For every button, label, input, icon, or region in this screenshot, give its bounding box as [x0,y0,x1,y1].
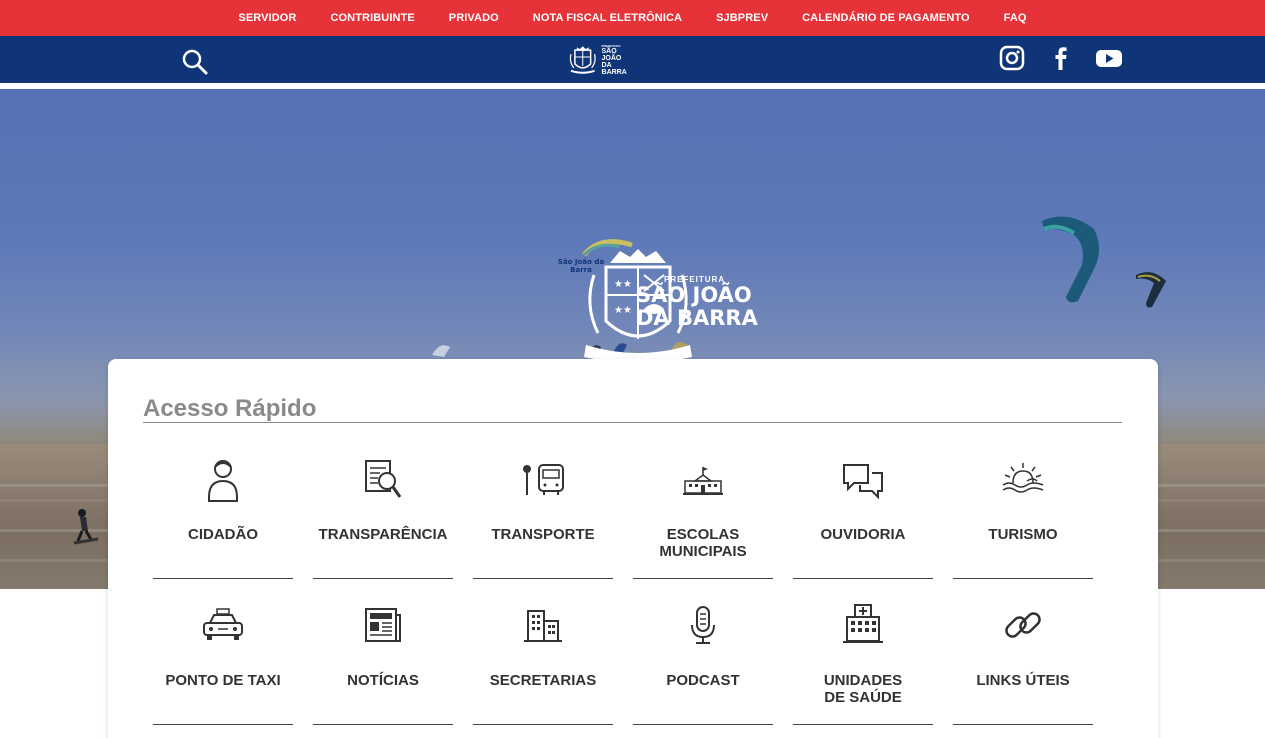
quick-item-ouvidoria[interactable]: OUVIDORIA [793,457,933,579]
school-icon [683,467,723,495]
quick-item-label: TURISMO [988,526,1058,543]
hero-logo-line2: DA BARRA [636,306,758,330]
top-menu: SERVIDOR CONTRIBUINTE PRIVADO NOTA FISCA… [0,0,1265,36]
menu-servidor[interactable]: SERVIDOR [221,12,313,24]
svg-text:★★: ★★ [614,305,632,316]
quick-item-escolas[interactable]: ESCOLAS MUNICIPAIS [633,457,773,579]
quick-item-label: TRANSPARÊNCIA [318,526,448,543]
sun-waves-icon [1002,463,1044,493]
quick-item-unidades-saude[interactable]: UNIDADES DE SAÚDE [793,603,933,725]
quick-item-links-uteis[interactable]: LINKS ÚTEIS [953,603,1093,725]
taxi-icon [203,608,243,640]
bus-stop-icon [523,464,564,495]
coat-of-arms-icon [569,46,596,74]
quick-item-label: NOTÍCIAS [347,672,419,689]
main-navbar: PREFEITURA SÃO JOÃO DA BARRA [0,36,1265,86]
link-icon [1005,612,1041,638]
citizen-icon [208,460,238,502]
newspaper-icon [365,608,401,642]
quick-item-podcast[interactable]: PODCAST [633,603,773,725]
quick-item-cidadao[interactable]: CIDADÃO [153,457,293,579]
kite-icon [432,345,450,357]
quick-item-label: UNIDADES DE SAÚDE [823,672,903,706]
quick-item-label: PODCAST [666,672,740,689]
menu-sjbprev[interactable]: SJBPREV [699,12,785,24]
microphone-icon [691,606,715,644]
quick-item-label: TRANSPORTE [491,526,595,543]
quick-item-label: ESCOLAS MUNICIPAIS [659,526,747,560]
quick-item-ponto-taxi[interactable]: PONTO DE TAXI [153,603,293,725]
divider [143,422,1122,423]
quick-item-label: OUVIDORIA [820,526,906,543]
menu-nota-fiscal[interactable]: NOTA FISCAL ELETRÔNICA [516,12,699,24]
quick-item-secretarias[interactable]: SECRETARIAS [473,603,613,725]
logo-line1: SÃO JOÃO [601,48,622,62]
hero-ribbon-text: São João da Barra [557,258,605,274]
instagram-icon[interactable] [999,45,1025,71]
site-logo[interactable]: PREFEITURA SÃO JOÃO DA BARRA [568,44,638,76]
logo-line2: DA BARRA [601,62,627,76]
kite-icon [1042,216,1099,303]
hospital-icon [843,604,883,643]
quick-item-label: PONTO DE TAXI [165,672,281,689]
youtube-icon[interactable] [1095,45,1122,71]
kite-icon [1136,272,1166,308]
document-search-icon [365,460,402,498]
quick-item-label: SECRETARIAS [489,672,597,689]
quick-item-label: LINKS ÚTEIS [976,672,1070,689]
hero-logo-text: PREFEITURA SÃO JOÃO DA BARRA [636,275,758,330]
svg-text:★★: ★★ [614,279,632,290]
hero-logo-line1: SÃO JOÃO [636,283,752,307]
menu-privado[interactable]: PRIVADO [432,12,516,24]
quick-item-transparencia[interactable]: TRANSPARÊNCIA [313,457,453,579]
menu-faq[interactable]: FAQ [987,12,1044,24]
search-icon[interactable] [181,48,209,76]
quick-item-noticias[interactable]: NOTÍCIAS [313,603,453,725]
kitesurfer-icon [73,509,99,545]
chat-bubbles-icon [843,464,883,500]
quick-access-card: Acesso Rápido CIDADÃO TRANSPARÊNCIA TRAN… [108,359,1158,738]
quick-item-turismo[interactable]: TURISMO [953,457,1093,579]
menu-contribuinte[interactable]: CONTRIBUINTE [313,12,431,24]
facebook-icon[interactable] [1048,45,1074,71]
quick-item-label: CIDADÃO [188,526,258,543]
quick-access-title: Acesso Rápido [143,395,317,422]
buildings-icon [524,610,562,642]
menu-calendario[interactable]: CALENDÁRIO DE PAGAMENTO [785,12,987,24]
quick-item-transporte[interactable]: TRANSPORTE [473,457,613,579]
